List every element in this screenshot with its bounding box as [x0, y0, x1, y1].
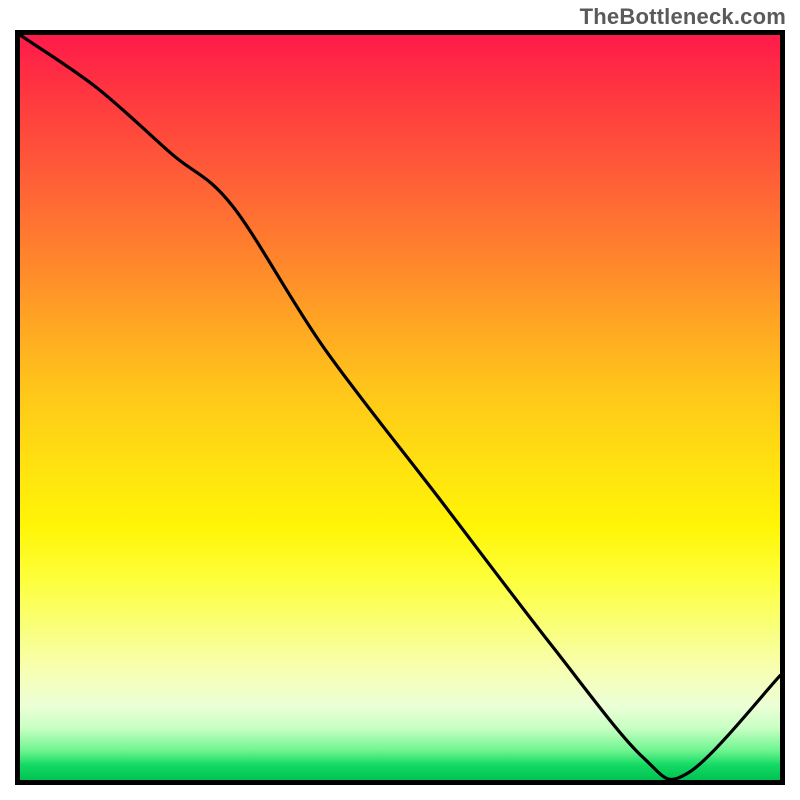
curve-svg	[20, 35, 780, 780]
watermark-text: TheBottleneck.com	[580, 4, 786, 30]
bottleneck-curve	[20, 35, 780, 779]
plot-area	[15, 30, 785, 785]
chart-container: TheBottleneck.com	[0, 0, 800, 800]
